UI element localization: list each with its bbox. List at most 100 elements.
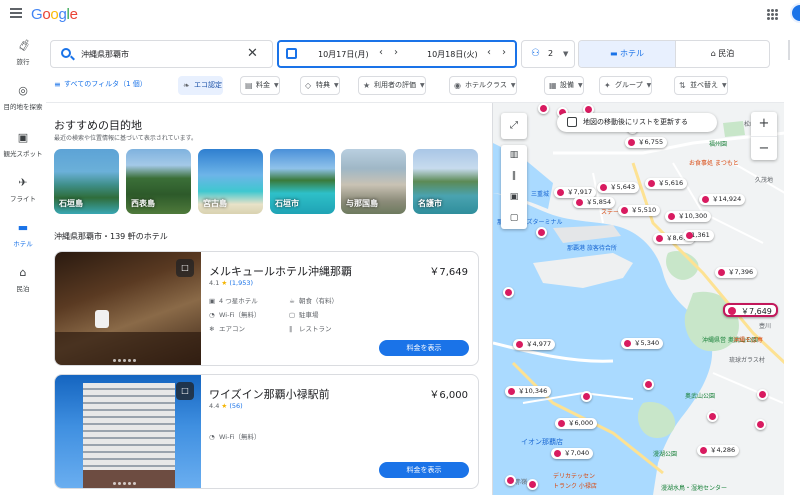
destination-card[interactable]: 名護市 bbox=[413, 149, 478, 214]
nav-item-things-to-do[interactable]: ▣ 観光スポット bbox=[0, 132, 46, 159]
tab-vacation-rentals[interactable]: ⌂ 民泊 bbox=[675, 41, 769, 67]
zoom-out-icon[interactable]: − bbox=[751, 136, 777, 161]
guests-selector[interactable]: ⚇ 2 ▼ bbox=[521, 40, 575, 68]
nav-item-explore[interactable]: ◎ 目的地を探索 bbox=[0, 85, 46, 112]
checkout-next-icon[interactable]: › bbox=[502, 47, 506, 58]
clear-icon[interactable]: ✕ bbox=[247, 46, 258, 61]
destination-card[interactable]: 石垣市 bbox=[270, 149, 335, 214]
avatar[interactable] bbox=[790, 3, 800, 23]
checkin-prev-icon[interactable]: ‹ bbox=[379, 47, 383, 58]
tab-hotels[interactable]: ▬ ホテル bbox=[579, 41, 675, 67]
nav-label: 目的地を探索 bbox=[3, 103, 43, 111]
results-heading: 沖縄県那覇市・139 軒のホテル bbox=[54, 232, 168, 241]
map-pin[interactable] bbox=[527, 479, 538, 490]
map-price-pin[interactable]: ￥10,300 bbox=[665, 211, 712, 222]
review-count[interactable]: (56) bbox=[229, 402, 242, 410]
filter-chip-brands[interactable]: ✦ グループ ▼ bbox=[599, 76, 653, 95]
date-picker[interactable]: 10月17日(月) ‹ › 10月18日(火) ‹ › bbox=[277, 40, 517, 68]
map-label: 三重城 bbox=[531, 191, 550, 198]
review-count[interactable]: (1,953) bbox=[229, 279, 253, 287]
apps-grid-icon[interactable] bbox=[767, 9, 778, 20]
checkout-prev-icon[interactable]: ‹ bbox=[487, 47, 491, 58]
hotel-rating: 4.1 ★ (1,953) bbox=[209, 279, 253, 287]
map-price-pin-selected[interactable]: ￥7,649 bbox=[723, 303, 778, 317]
hotel-name[interactable]: メルキュールホテル沖縄那覇 bbox=[209, 263, 352, 279]
map-price-pin[interactable]: ￥5,510 bbox=[618, 205, 661, 216]
destination-card[interactable]: 与那国島 bbox=[341, 149, 406, 214]
map-label: ステー bbox=[601, 209, 620, 216]
top-bar: Google bbox=[0, 0, 800, 30]
search-input[interactable]: 沖縄県那覇市 ✕ bbox=[50, 40, 273, 68]
map-price-pin[interactable]: ￥10,346 bbox=[505, 386, 552, 397]
nav-item-flights[interactable]: ✈ フライト bbox=[0, 176, 46, 204]
map-price-pin[interactable]: ￥5,340 bbox=[621, 338, 664, 349]
map-price-pin[interactable]: ￥5,643 bbox=[597, 182, 640, 193]
airplane-icon: ✈ bbox=[18, 176, 28, 189]
view-prices-button[interactable]: 料金を表示 bbox=[379, 462, 469, 478]
bookmark-icon[interactable]: □ bbox=[176, 259, 194, 277]
nav-item-travel[interactable]: 🧳︎ 旅行 bbox=[0, 40, 46, 67]
map-price-pin[interactable]: ￥5,854 bbox=[573, 197, 616, 208]
shopping-icon[interactable]: ▢ bbox=[501, 208, 527, 229]
map-pin[interactable] bbox=[538, 103, 549, 114]
map[interactable]: 福州園 お食事処 まつもと 久茂地 三重城 ステー 那覇クルーズターミナル 那覇… bbox=[492, 103, 784, 495]
map-price-pin[interactable]: ￥6,755 bbox=[625, 137, 668, 148]
filter-chip-hotel-class[interactable]: ◉ ホテルクラス ▼ bbox=[449, 76, 517, 95]
map-pin[interactable] bbox=[707, 411, 718, 422]
map-pin[interactable] bbox=[581, 391, 592, 402]
chip-label: ホテルクラス bbox=[465, 81, 507, 89]
nav-item-hotels[interactable]: ▬ ホテル bbox=[0, 222, 46, 249]
filter-chip-sort[interactable]: ⇅ 並べ替え ▼ bbox=[674, 76, 728, 95]
map-price-pin[interactable]: 11,361 bbox=[683, 230, 714, 241]
chip-label: 設備 bbox=[560, 81, 574, 89]
map-pin[interactable] bbox=[536, 227, 547, 238]
menu-icon[interactable] bbox=[10, 8, 22, 18]
camera-icon[interactable]: ▣ bbox=[501, 187, 527, 208]
hotel-name[interactable]: ワイズイン那覇小禄駅前 bbox=[209, 386, 330, 402]
expand-map-icon[interactable]: ⤢ bbox=[501, 113, 527, 139]
map-pin[interactable] bbox=[505, 475, 516, 486]
restaurant-icon[interactable]: ‖ bbox=[501, 166, 527, 187]
update-list-on-move-toggle[interactable]: 地図の移動後にリストを更新する bbox=[557, 113, 717, 132]
map-price-pin[interactable]: ￥4,286 bbox=[697, 445, 740, 456]
bookmark-icon[interactable]: □ bbox=[176, 382, 194, 400]
checkout-date[interactable]: 10月18日(火) bbox=[427, 49, 478, 60]
destination-card[interactable]: 西表島 bbox=[126, 149, 191, 214]
filter-chip-eco[interactable]: ❧ エコ認定 bbox=[178, 76, 223, 95]
destination-label: 石垣島 bbox=[59, 199, 83, 208]
zoom-in-icon[interactable]: + bbox=[751, 112, 777, 136]
all-filters-button[interactable]: ≡ すべてのフィルタ（1 個） bbox=[50, 76, 147, 95]
view-prices-button[interactable]: 料金を表示 bbox=[379, 340, 469, 356]
google-logo[interactable]: Google bbox=[31, 6, 78, 23]
nav-item-vacation-rentals[interactable]: ⌂ 民泊 bbox=[0, 266, 46, 294]
map-price-pin[interactable]: ￥5,616 bbox=[645, 178, 688, 189]
map-price-pin[interactable]: ￥6,000 bbox=[555, 418, 598, 429]
filter-chip-rating[interactable]: ★ 利用者の評価 ▼ bbox=[358, 76, 426, 95]
kettle-image bbox=[95, 310, 109, 328]
destination-card[interactable]: 宮古島 bbox=[198, 149, 263, 214]
destination-card[interactable]: 石垣島 bbox=[54, 149, 119, 214]
map-pin[interactable] bbox=[643, 379, 654, 390]
map-price-pin[interactable]: ￥4,977 bbox=[513, 339, 556, 350]
transit-icon[interactable]: ▥ bbox=[501, 145, 527, 166]
tab-vacation-rentals-label: 民泊 bbox=[718, 49, 735, 58]
checkin-next-icon[interactable]: › bbox=[394, 47, 398, 58]
map-price-pin[interactable]: ￥7,396 bbox=[715, 267, 758, 278]
filter-chip-deals[interactable]: ◇ 特典 ▼ bbox=[300, 76, 340, 95]
search-value[interactable]: 沖縄県那覇市 bbox=[81, 49, 129, 60]
map-price-pin[interactable]: ￥7,040 bbox=[551, 448, 594, 459]
filter-chip-price[interactable]: ▤ 料金 ▼ bbox=[240, 76, 280, 95]
filter-chip-amenities[interactable]: ▦ 設備 ▼ bbox=[544, 76, 584, 95]
poi-toolbar: ▥ ‖ ▣ ▢ bbox=[501, 145, 527, 229]
map-pin[interactable] bbox=[755, 419, 766, 430]
leaf-icon: ❧ bbox=[183, 81, 190, 90]
map-pin[interactable] bbox=[757, 389, 768, 400]
hotel-card[interactable]: □ メルキュールホテル沖縄那覇 ￥7,649 4.1 ★ (1,953) ▣ 4 … bbox=[54, 251, 479, 366]
checkbox-icon[interactable] bbox=[567, 117, 577, 127]
map-pin[interactable] bbox=[503, 287, 514, 298]
hotel-card[interactable]: □ ワイズイン那覇小禄駅前 ￥6,000 4.4 ★ (56) ◔ Wi-Fi（無… bbox=[54, 374, 479, 489]
checkin-date[interactable]: 10月17日(月) bbox=[318, 49, 369, 60]
house-icon: ⌂ bbox=[19, 266, 27, 279]
amenity: ▢ 駐車場 bbox=[289, 309, 319, 319]
map-price-pin[interactable]: ￥14,924 bbox=[699, 194, 746, 205]
